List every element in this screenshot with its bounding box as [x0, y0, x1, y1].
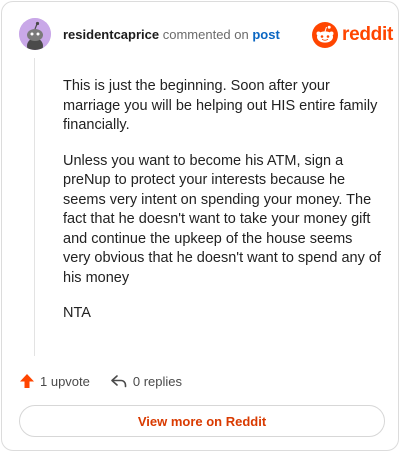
replies-button[interactable]: 0 replies [110, 373, 182, 389]
reply-arrow-icon [111, 375, 127, 388]
reddit-logo-icon [312, 22, 338, 48]
thread-line [34, 58, 35, 356]
reply-count: 0 replies [132, 373, 183, 389]
snoo-avatar-icon [19, 18, 51, 50]
reddit-logo[interactable]: reddit [312, 22, 393, 48]
username[interactable]: residentcaprice [63, 27, 159, 42]
comment-card: residentcaprice commented on post reddit… [1, 1, 399, 451]
comment-header: residentcaprice commented on post [63, 28, 280, 42]
comment-paragraph: Unless you want to become his ATM, sign … [63, 152, 381, 286]
avatar[interactable] [19, 18, 51, 50]
view-more-button[interactable]: View more on Reddit [19, 405, 385, 437]
comment-paragraph: NTA [63, 305, 91, 321]
comment-actions: 1 upvote 0 replies [19, 370, 182, 392]
upvote-button[interactable]: 1 upvote [19, 373, 90, 389]
commented-on-label: commented on [162, 27, 249, 42]
view-more-label: View more on Reddit [137, 413, 267, 429]
post-link[interactable]: post [252, 27, 279, 42]
comment-body: This is just the beginning. Soon after y… [63, 77, 383, 340]
comment-paragraph: This is just the beginning. Soon after y… [63, 78, 378, 133]
upvote-arrow-icon [20, 374, 34, 388]
reddit-wordmark: reddit [342, 24, 393, 45]
upvote-count: 1 upvote [40, 373, 90, 389]
